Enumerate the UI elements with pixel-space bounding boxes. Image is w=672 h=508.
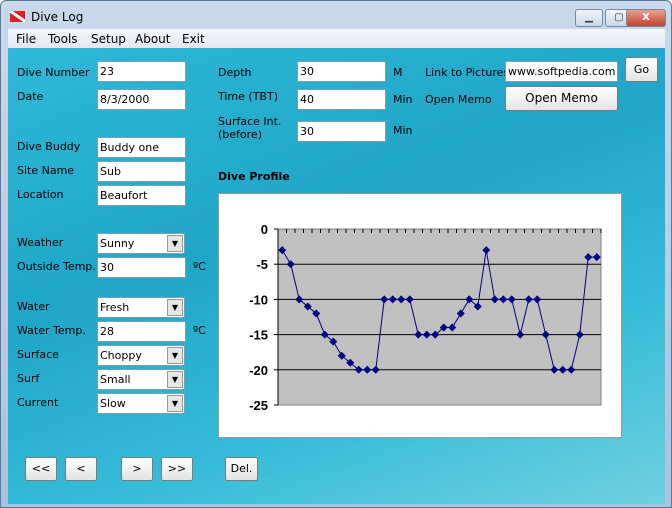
water-temp-unit: ºC (193, 324, 206, 337)
surface-int-label: Surface Int. (before) (218, 115, 282, 141)
open-memo-button[interactable]: Open Memo (505, 86, 618, 111)
y-tick-label: -5 (256, 257, 268, 272)
go-button[interactable]: Go (625, 57, 658, 82)
current-select[interactable]: Slow ▼ (97, 393, 185, 414)
water-temp-label: Water Temp. (17, 324, 86, 337)
dive-flag-icon (10, 11, 25, 22)
time-input[interactable]: 40 (297, 89, 386, 110)
chevron-down-icon[interactable]: ▼ (167, 371, 183, 388)
water-select[interactable]: Fresh ▼ (97, 297, 185, 318)
y-tick-label: 0 (261, 222, 268, 237)
y-tick-label: -10 (249, 292, 268, 307)
site-name-input[interactable]: Sub (97, 161, 186, 182)
menu-about[interactable]: About (135, 32, 170, 46)
dive-profile-chart: 0 -5 -10 -15 -20 -25 (218, 193, 622, 438)
current-value: Slow (100, 397, 126, 410)
outside-temp-input[interactable]: 30 (97, 257, 186, 278)
menu-file[interactable]: File (16, 32, 36, 46)
menu-exit[interactable]: Exit (182, 32, 205, 46)
date-input[interactable]: 8/3/2000 (97, 89, 186, 110)
surf-select[interactable]: Small ▼ (97, 369, 185, 390)
menu-tools[interactable]: Tools (48, 32, 78, 46)
depth-input[interactable]: 30 (297, 61, 386, 82)
outside-temp-label: Outside Temp. (17, 260, 96, 273)
water-label: Water (17, 300, 50, 313)
close-button[interactable]: X (626, 9, 666, 27)
chevron-down-icon[interactable]: ▼ (167, 347, 183, 364)
chart-svg: 0 -5 -10 -15 -20 -25 (249, 222, 602, 413)
surf-value: Small (100, 373, 131, 386)
dive-buddy-input[interactable]: Buddy one (97, 137, 186, 158)
y-tick-label: -15 (249, 328, 268, 343)
chevron-down-icon[interactable]: ▼ (167, 235, 183, 252)
surf-label: Surf (17, 372, 40, 385)
depth-label: Depth (218, 66, 252, 79)
dive-buddy-label: Dive Buddy (17, 140, 81, 153)
menu-bar: File Tools Setup About Exit (8, 29, 665, 48)
surface-select[interactable]: Choppy ▼ (97, 345, 185, 366)
time-label: Time (TBT) (218, 90, 278, 103)
memo-label: Open Memo (425, 93, 492, 106)
water-value: Fresh (100, 301, 130, 314)
surface-label: Surface (17, 348, 59, 361)
location-input[interactable]: Beaufort (97, 185, 186, 206)
water-temp-input[interactable]: 28 (97, 321, 186, 342)
weather-select[interactable]: Sunny ▼ (97, 233, 185, 254)
previous-record-button[interactable]: < (65, 457, 97, 481)
dive-number-input[interactable]: 23 (97, 61, 186, 82)
outside-temp-unit: ºC (193, 260, 206, 273)
current-label: Current (17, 396, 59, 409)
chart-title: Dive Profile (218, 170, 290, 183)
dive-form: Dive Number 23 Date 8/3/2000 Dive Buddy … (8, 48, 665, 504)
minimize-button[interactable]: ▁ (575, 9, 603, 27)
link-label: Link to Pictures (425, 66, 510, 79)
link-input[interactable]: www.softpedia.com (505, 61, 618, 82)
surface-int-unit: Min (393, 124, 413, 137)
location-label: Location (17, 188, 64, 201)
chevron-down-icon[interactable]: ▼ (167, 395, 183, 412)
date-label: Date (17, 90, 44, 103)
delete-button[interactable]: Del. (225, 457, 258, 481)
next-record-button[interactable]: > (121, 457, 153, 481)
surface-int-input[interactable]: 30 (297, 121, 386, 142)
depth-unit: M (393, 66, 403, 79)
site-name-label: Site Name (17, 164, 75, 177)
surface-value: Choppy (100, 349, 142, 362)
window-title: Dive Log (31, 10, 84, 24)
weather-label: Weather (17, 236, 64, 249)
y-tick-label: -20 (249, 363, 268, 378)
weather-value: Sunny (100, 237, 135, 250)
y-tick-label: -25 (249, 398, 268, 413)
chevron-down-icon[interactable]: ▼ (167, 299, 183, 316)
time-unit: Min (393, 93, 413, 106)
first-record-button[interactable]: << (25, 457, 57, 481)
dive-number-label: Dive Number (17, 66, 90, 79)
last-record-button[interactable]: >> (161, 457, 193, 481)
app-window: Dive Log ▁ ▢ X File Tools Setup About Ex… (0, 0, 672, 508)
menu-setup[interactable]: Setup (91, 32, 126, 46)
plot-area (277, 228, 602, 406)
